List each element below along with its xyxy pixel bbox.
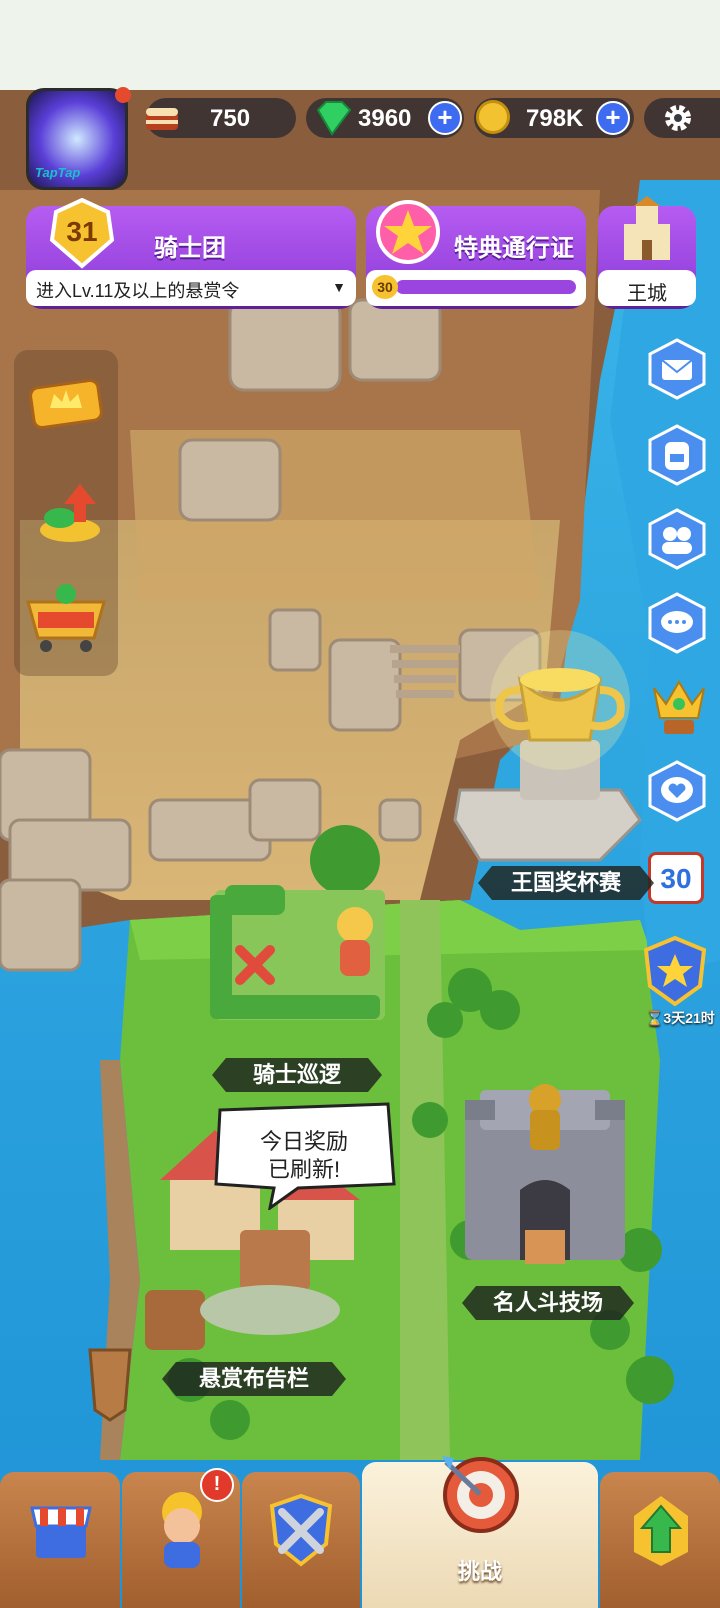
gear-icon: [662, 102, 694, 141]
shop-cart-icon[interactable]: [24, 580, 108, 656]
add-coins-button[interactable]: +: [596, 101, 630, 135]
red-dot-icon: [115, 87, 131, 103]
pass-progress-fill: [396, 280, 576, 294]
calendar-day: 30: [660, 863, 692, 894]
arena-text: 名人斗技场: [492, 1290, 603, 1315]
knight-patrol-label[interactable]: 骑士巡逻: [212, 1058, 382, 1092]
dropdown-icon: ▼: [332, 279, 346, 295]
castle-card[interactable]: 王城: [598, 196, 696, 306]
add-gems-button[interactable]: +: [428, 101, 462, 135]
tab-challenge[interactable]: 挑战: [362, 1456, 598, 1608]
kingdom-cup-label[interactable]: 王国奖杯赛: [478, 866, 654, 900]
pass-title: 特典通行证: [454, 235, 574, 262]
friends-icon[interactable]: [648, 508, 706, 570]
coin-counter[interactable]: 798K +: [474, 98, 634, 138]
guild-title: 骑士团: [154, 235, 226, 262]
upgrade-arrow-icon: [630, 1492, 692, 1573]
heart-chat-icon[interactable]: [648, 760, 706, 822]
pass-card[interactable]: 特典通行证 30: [366, 200, 586, 306]
guild-level: 31: [66, 216, 98, 247]
guild-level-badge: 31: [46, 197, 118, 270]
backpack-icon[interactable]: [648, 424, 706, 486]
kingdom-cup-text: 王国奖杯赛: [510, 870, 621, 895]
settings-button[interactable]: [644, 98, 720, 138]
cake-icon: [142, 96, 182, 136]
speech-bubble: 今日奖励 已刷新!: [212, 1100, 396, 1210]
pass-level-badge: 30: [372, 275, 398, 299]
ranking-crown-icon[interactable]: [648, 668, 710, 738]
pass-progress: 30: [366, 270, 586, 306]
tab-shop[interactable]: [0, 1472, 120, 1608]
tab-heroes[interactable]: !: [122, 1468, 240, 1608]
gem-icon: [312, 100, 352, 143]
coin-icon: [476, 100, 510, 134]
cake-counter[interactable]: 750: [146, 98, 296, 138]
guild-hint-bar[interactable]: 进入Lv.11及以上的悬赏令 ▼: [26, 270, 356, 306]
castle-label: 王城: [627, 283, 667, 305]
knight-patrol-text: 骑士巡逻: [252, 1062, 341, 1087]
alert-badge-icon: !: [200, 1468, 234, 1502]
app-badge-label: TapTap: [35, 165, 81, 180]
bounty-board-text: 悬赏布告栏: [198, 1366, 309, 1391]
hero-icon: [152, 1486, 212, 1575]
gem-counter[interactable]: 3960 +: [306, 98, 464, 138]
target-icon: [438, 1452, 524, 1543]
castle-icon: [614, 196, 680, 271]
mail-icon[interactable]: [648, 338, 706, 400]
star-icon: [372, 196, 444, 273]
speech-line2: 已刷新!: [267, 1157, 341, 1182]
calendar-icon[interactable]: 30: [648, 852, 704, 904]
shop-icon: [30, 1498, 92, 1569]
crown-icon[interactable]: [28, 378, 104, 430]
guild-card[interactable]: 31 骑士团 进入Lv.11及以上的悬赏令 ▼: [26, 197, 356, 306]
castle-label-bar: 王城: [598, 270, 696, 306]
event-timer: ⌛3天21时: [646, 1010, 715, 1026]
battle-shield-icon: [266, 1492, 336, 1573]
tab-challenge-label: 挑战: [457, 1559, 502, 1584]
app-logo-badge[interactable]: TapTap: [26, 87, 131, 190]
gem-value: 3960: [358, 105, 412, 132]
chat-icon[interactable]: [648, 592, 706, 654]
tab-battle[interactable]: [242, 1472, 360, 1608]
arena-label[interactable]: 名人斗技场: [462, 1286, 634, 1320]
coin-upgrade-icon[interactable]: [36, 478, 106, 548]
guild-hint: 进入Lv.11及以上的悬赏令: [36, 281, 240, 301]
coin-value: 798K: [526, 105, 584, 132]
tab-upgrade[interactable]: [600, 1472, 720, 1608]
event-badge-icon[interactable]: [642, 935, 708, 1007]
bounty-board-label[interactable]: 悬赏布告栏: [162, 1362, 346, 1396]
cake-value: 750: [210, 105, 251, 132]
